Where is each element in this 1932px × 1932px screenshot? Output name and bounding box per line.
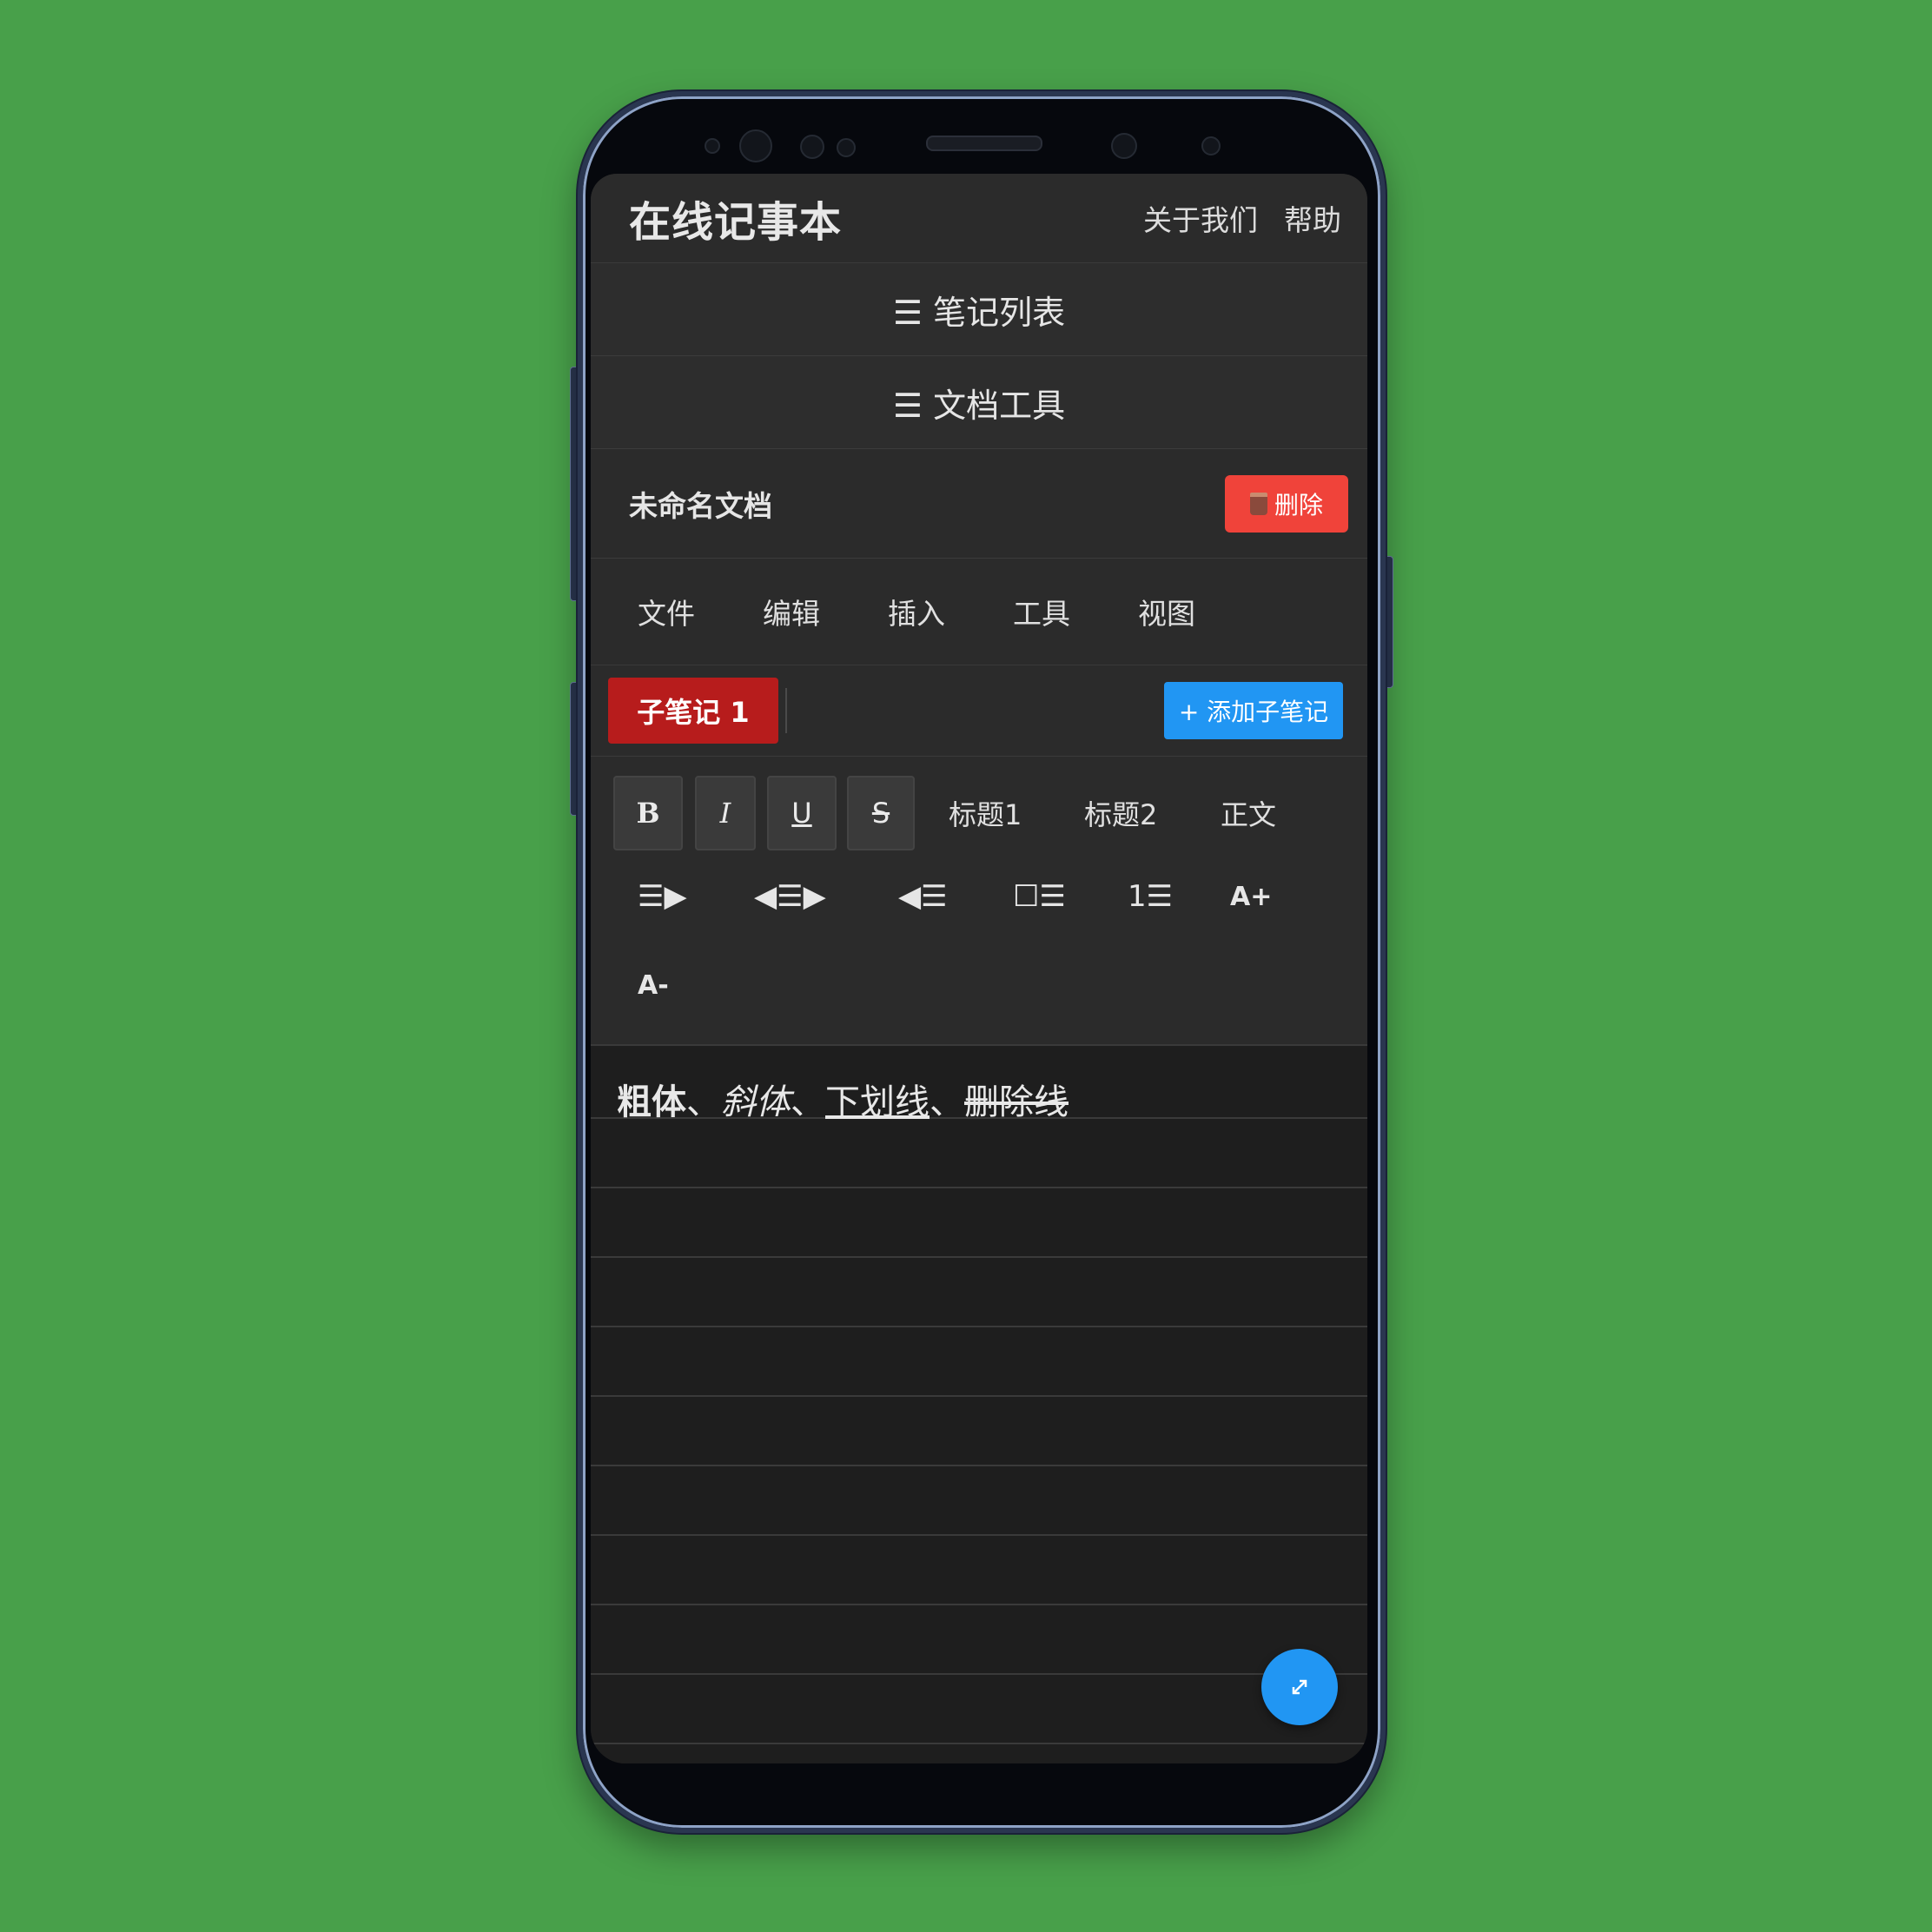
- strike-sample: 删除线: [964, 1082, 1069, 1122]
- italic-button[interactable]: I: [695, 776, 756, 850]
- editor-first-line: 粗体、斜体、下划线、删除线: [617, 1074, 1069, 1124]
- stage: 在线记事本 关于我们 帮助 ☰ 笔记列表 ☰ 文档工具 未命名文档 删除 文件 …: [0, 0, 1932, 1932]
- underline-glyph: U: [791, 797, 812, 830]
- strikethrough-button[interactable]: S: [847, 776, 915, 850]
- doc-tools-label: ☰ 文档工具: [892, 386, 1066, 425]
- menu-tools[interactable]: 工具: [1013, 591, 1070, 632]
- delete-document-button[interactable]: 删除: [1225, 474, 1348, 533]
- help-link[interactable]: 帮助: [1284, 197, 1341, 239]
- align-left-button[interactable]: ◀☰: [898, 866, 948, 927]
- app-bar: 在线记事本 关于我们 帮助: [591, 174, 1367, 263]
- earpiece-speaker: [926, 136, 1042, 151]
- notes-list-label: ☰ 笔记列表: [892, 293, 1066, 332]
- notes-list-toggle[interactable]: ☰ 笔记列表: [591, 263, 1367, 356]
- heading1-button[interactable]: 标题1: [949, 776, 1022, 850]
- underline-button[interactable]: U: [767, 776, 837, 850]
- sensor-dot: [1201, 136, 1221, 155]
- bold-glyph: B: [636, 797, 660, 830]
- tab-divider: [785, 688, 787, 733]
- menu-view[interactable]: 视图: [1138, 591, 1195, 632]
- format-toolbar: B I U S 标题1 标题2 正文 ☰▶ ◀☰▶ ◀☰ ☐☰ 1☰ A+ A-: [591, 757, 1367, 1046]
- menu-file[interactable]: 文件: [638, 591, 695, 632]
- sensor-dot: [705, 138, 720, 154]
- separator: 、: [686, 1082, 721, 1122]
- font-increase-button[interactable]: A+: [1230, 866, 1272, 927]
- bold-button[interactable]: B: [613, 776, 683, 850]
- about-us-link[interactable]: 关于我们: [1143, 197, 1258, 239]
- heading2-button[interactable]: 标题2: [1084, 776, 1157, 850]
- sensor-dot: [800, 135, 824, 159]
- menu-bar: 文件 编辑 插入 工具 视图: [591, 559, 1367, 665]
- menu-edit[interactable]: 编辑: [763, 591, 820, 632]
- strike-glyph: S: [871, 797, 890, 830]
- trash-icon: [1249, 492, 1267, 515]
- sensor-dot: [837, 138, 856, 157]
- doc-tools-toggle[interactable]: ☰ 文档工具: [591, 356, 1367, 449]
- fullscreen-fab[interactable]: [1261, 1649, 1338, 1725]
- front-camera: [739, 129, 772, 162]
- add-subnote-button[interactable]: + 添加子笔记: [1164, 682, 1343, 739]
- separator: 、: [791, 1082, 825, 1122]
- checklist-button[interactable]: ☐☰: [1013, 866, 1066, 927]
- separator: 、: [930, 1082, 964, 1122]
- subnote-bar: 子笔记 1 + 添加子笔记: [591, 665, 1367, 757]
- menu-insert[interactable]: 插入: [888, 591, 945, 632]
- subnote-tabs: 子笔记 1: [608, 678, 787, 744]
- underline-sample: 下划线: [825, 1082, 930, 1122]
- align-right-button[interactable]: ☰▶: [638, 866, 687, 927]
- italic-sample: 斜体: [721, 1082, 791, 1122]
- expand-icon: [1292, 1679, 1307, 1695]
- document-header: 未命名文档 删除: [591, 449, 1367, 559]
- delete-label: 删除: [1274, 490, 1323, 519]
- app-links: 关于我们 帮助: [1143, 197, 1341, 239]
- subnote-tab-1[interactable]: 子笔记 1: [608, 678, 778, 744]
- font-decrease-button[interactable]: A-: [638, 955, 669, 1016]
- bold-sample: 粗体: [617, 1082, 686, 1122]
- iris-camera: [1111, 133, 1137, 159]
- italic-glyph: I: [719, 797, 731, 830]
- editor-area[interactable]: 粗体、斜体、下划线、删除线: [591, 1049, 1367, 1763]
- align-center-button[interactable]: ◀☰▶: [754, 866, 826, 927]
- screen: 在线记事本 关于我们 帮助 ☰ 笔记列表 ☰ 文档工具 未命名文档 删除 文件 …: [591, 174, 1367, 1763]
- app-title: 在线记事本: [629, 198, 843, 247]
- ordered-list-button[interactable]: 1☰: [1128, 866, 1173, 927]
- document-name[interactable]: 未命名文档: [629, 483, 772, 525]
- body-text-button[interactable]: 正文: [1221, 776, 1276, 850]
